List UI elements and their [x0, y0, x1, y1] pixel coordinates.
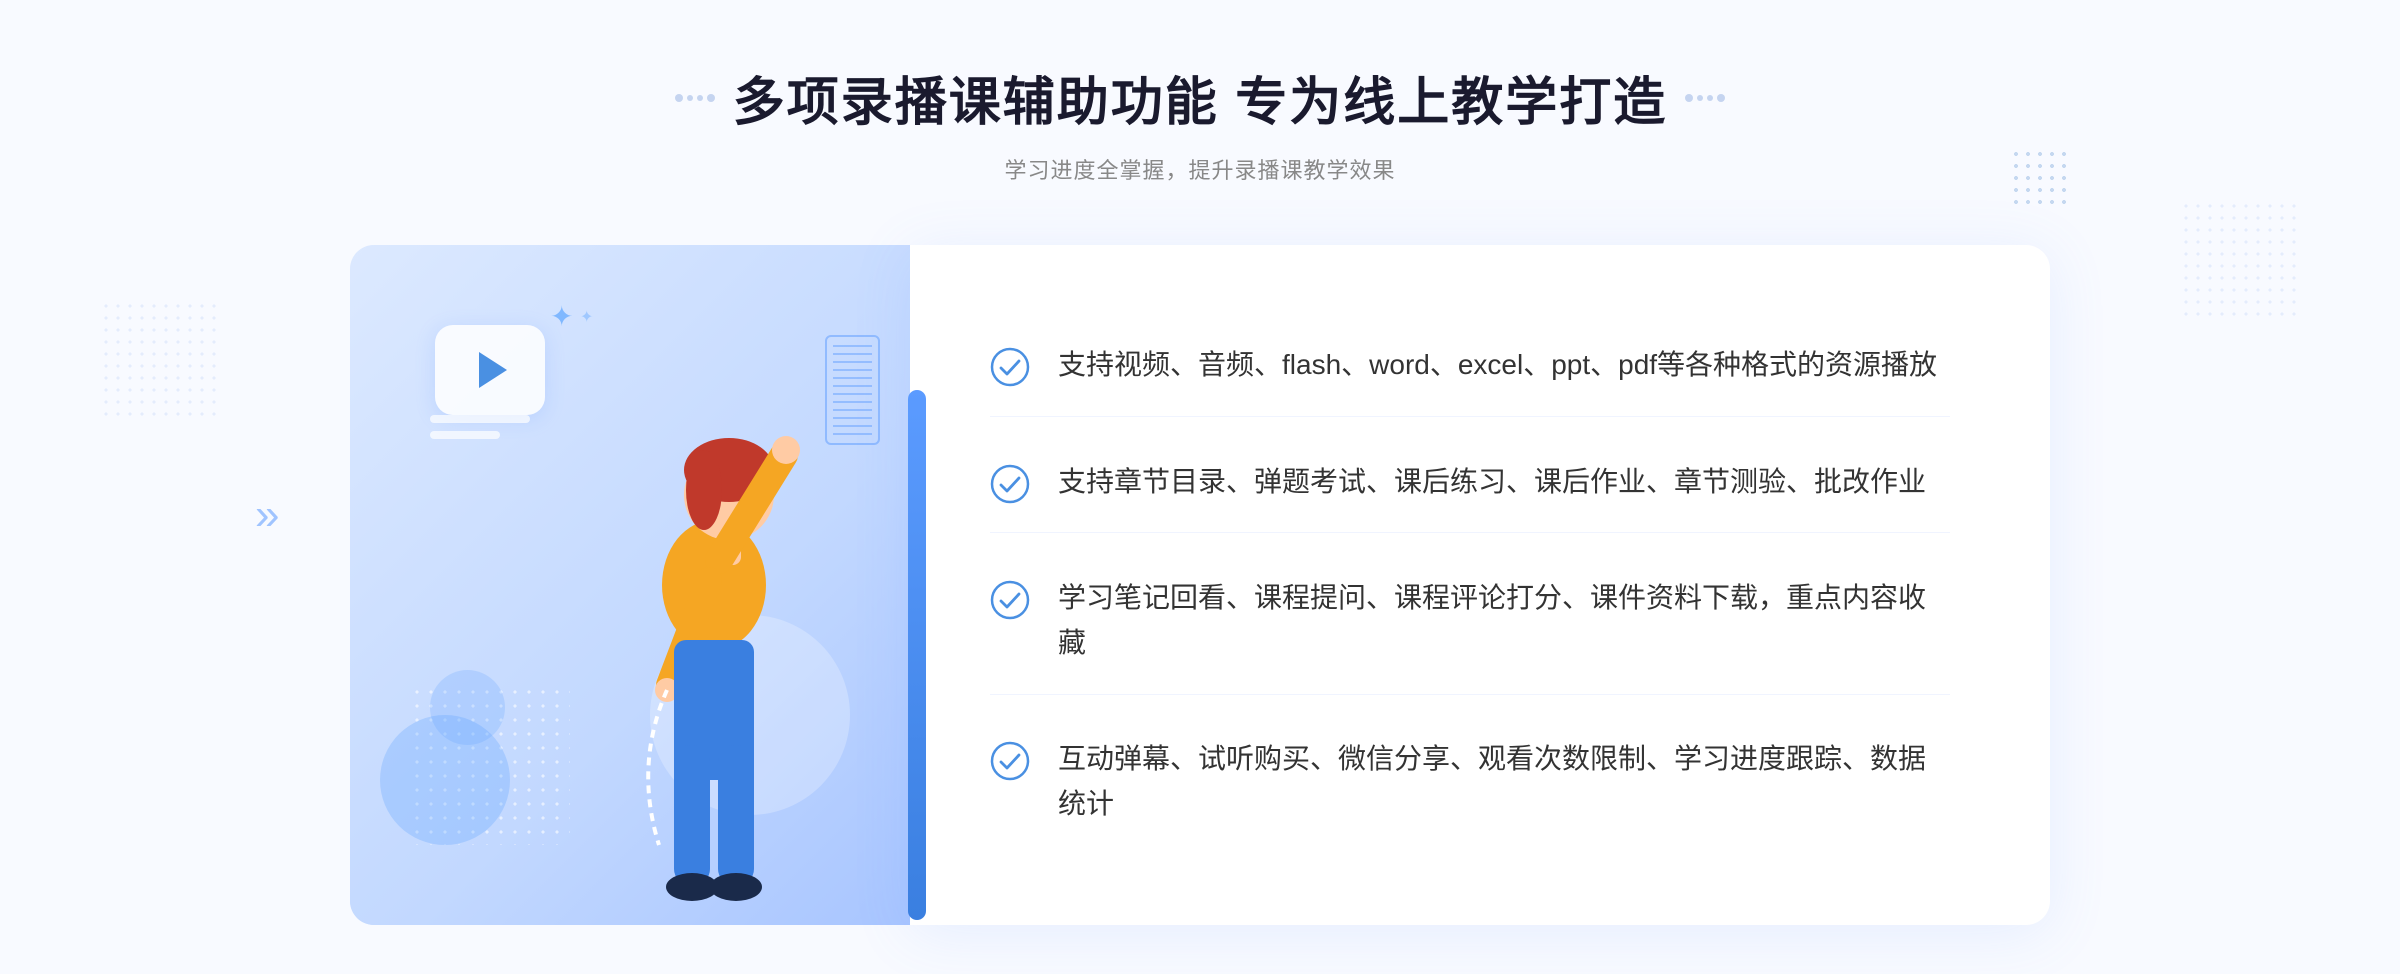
- deco-dot: [1685, 94, 1693, 102]
- feature-text-1: 支持视频、音频、flash、word、excel、ppt、pdf等各种格式的资源…: [1058, 343, 1937, 388]
- feature-text-4: 互动弹幕、试听购买、微信分享、观看次数限制、学习进度跟踪、数据统计: [1058, 737, 1950, 827]
- illustration-panel: ✦ ✦: [350, 245, 910, 925]
- deco-dot: [675, 94, 683, 102]
- play-triangle-icon: [479, 352, 507, 388]
- feature-text-2: 支持章节目录、弹题考试、课后练习、课后作业、章节测验、批改作业: [1058, 460, 1926, 505]
- content-area: ✦ ✦: [350, 245, 2050, 925]
- sparkle-small-icon: ✦: [580, 307, 593, 327]
- deco-dot: [1707, 95, 1713, 101]
- page-title: 多项录播课辅助功能 专为线上教学打造: [733, 60, 1667, 135]
- title-right-deco: [1685, 94, 1725, 102]
- title-row: 多项录播课辅助功能 专为线上教学打造: [675, 60, 1725, 135]
- page-subtitle: 学习进度全掌握，提升录播课教学效果: [675, 153, 1725, 185]
- right-dot-grid-decoration: [2010, 148, 2070, 208]
- feature-item-1: 支持视频、音频、flash、word、excel、ppt、pdf等各种格式的资源…: [990, 315, 1950, 417]
- deco-dot: [1697, 95, 1703, 101]
- check-icon-2: [990, 464, 1030, 504]
- deco-dot: [707, 94, 715, 102]
- deco-dot: [697, 95, 703, 101]
- feature-text-3: 学习笔记回看、课程提问、课程评论打分、课件资料下载，重点内容收藏: [1058, 576, 1950, 666]
- play-line-1: [430, 415, 530, 423]
- person-illustration: [574, 365, 854, 925]
- sparkle-icon: ✦: [550, 300, 573, 333]
- play-line-2: [430, 431, 500, 439]
- bg-dot-pattern-right: [2180, 200, 2300, 320]
- deco-dot: [687, 95, 693, 101]
- play-button-bubble: [435, 325, 545, 415]
- deco-blue-circle-small: [430, 670, 505, 745]
- deco-dot: [1717, 94, 1725, 102]
- blue-accent-bar: [908, 390, 926, 920]
- check-icon-1: [990, 347, 1030, 387]
- features-card: 支持视频、音频、flash、word、excel、ppt、pdf等各种格式的资源…: [910, 245, 2050, 925]
- check-icon-3: [990, 580, 1030, 620]
- title-left-deco: [675, 94, 715, 102]
- feature-item-4: 互动弹幕、试听购买、微信分享、观看次数限制、学习进度跟踪、数据统计: [990, 709, 1950, 855]
- feature-item-2: 支持章节目录、弹题考试、课后练习、课后作业、章节测验、批改作业: [990, 432, 1950, 534]
- check-icon-4: [990, 741, 1030, 781]
- bg-dot-pattern-left: [100, 300, 220, 420]
- chevron-left-decoration: »: [255, 490, 279, 540]
- page-container: 多项录播课辅助功能 专为线上教学打造 学习进度全掌握，提升录播课教学效果: [0, 0, 2400, 974]
- play-lines: [430, 415, 530, 439]
- header-section: 多项录播课辅助功能 专为线上教学打造 学习进度全掌握，提升录播课教学效果: [675, 60, 1725, 185]
- feature-item-3: 学习笔记回看、课程提问、课程评论打分、课件资料下载，重点内容收藏: [990, 548, 1950, 695]
